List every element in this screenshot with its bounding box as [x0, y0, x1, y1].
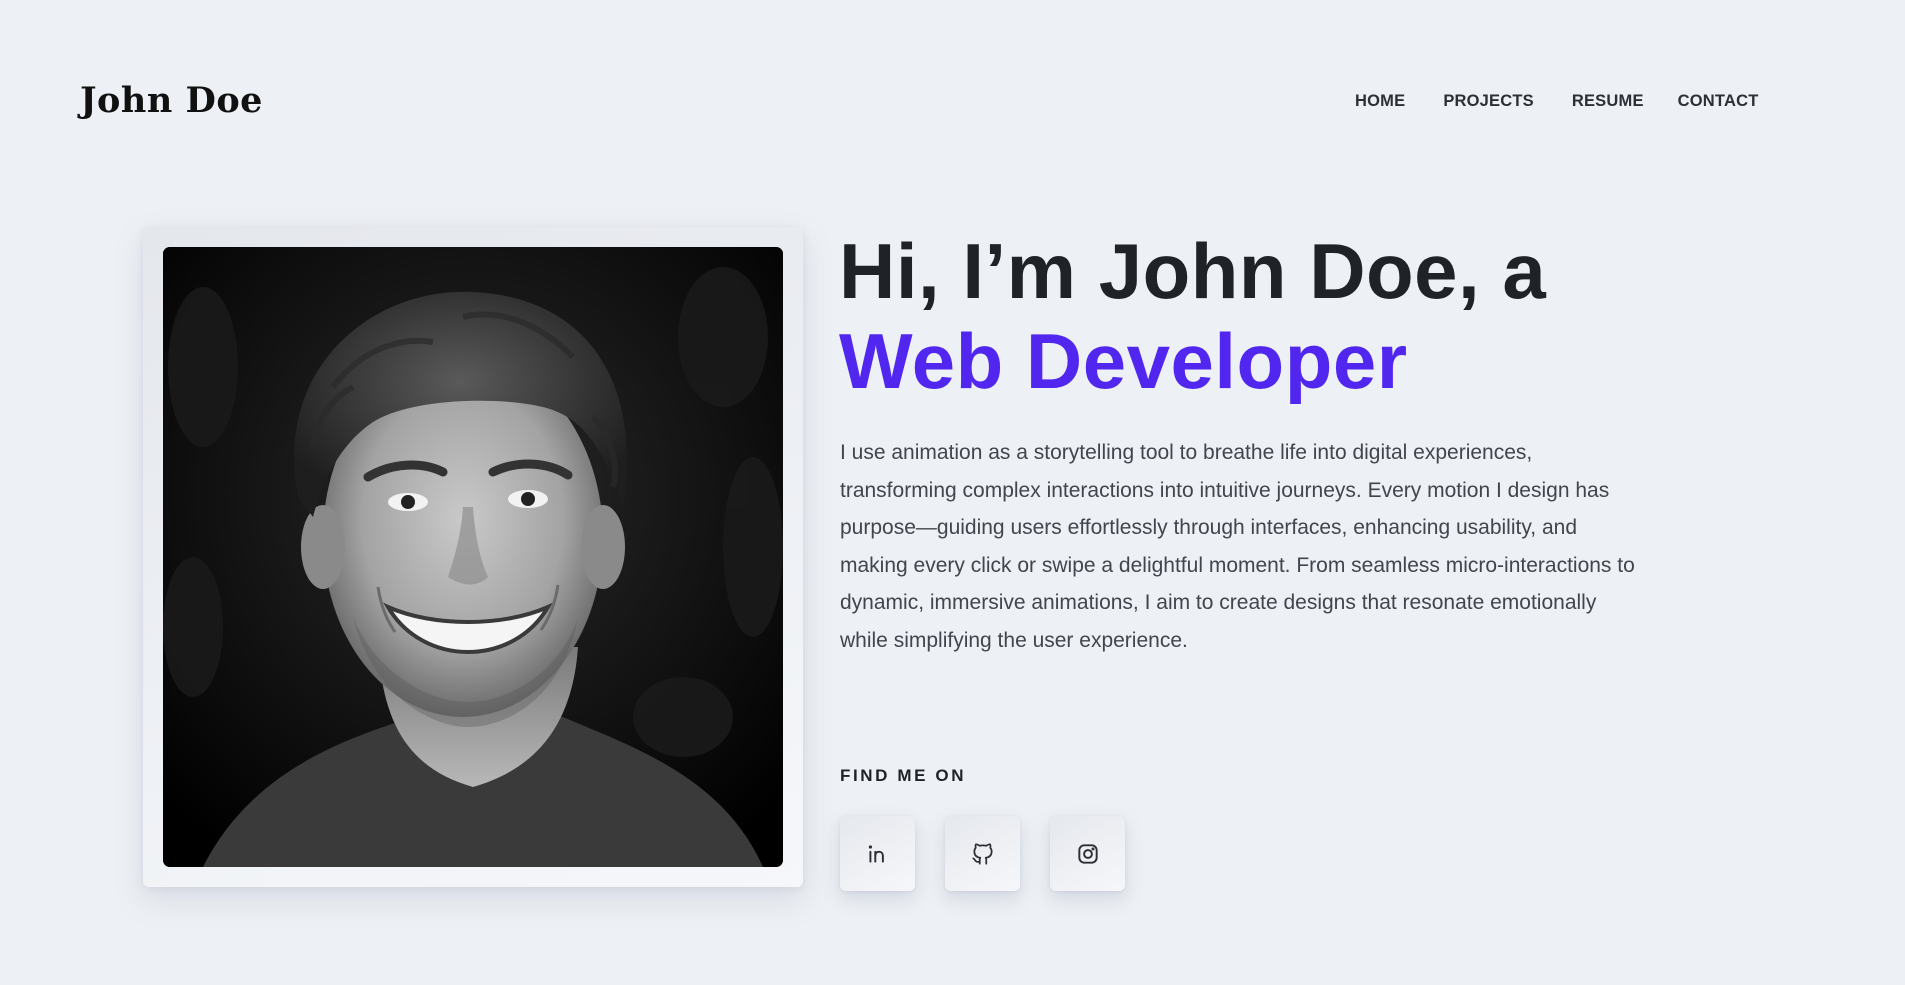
- site-logo[interactable]: John Doe: [80, 80, 263, 121]
- headline-role: Web Developer: [839, 317, 1408, 405]
- main-nav: HOME PROJECTS RESUME CONTACT: [1355, 92, 1759, 111]
- nav-contact-link[interactable]: CONTACT: [1678, 92, 1759, 111]
- hero-bio: I use animation as a storytelling tool t…: [840, 441, 1635, 652]
- nav-home-link[interactable]: HOME: [1355, 92, 1405, 111]
- linkedin-button[interactable]: [840, 816, 915, 891]
- github-button[interactable]: [945, 816, 1020, 891]
- nav-resume-link[interactable]: RESUME: [1572, 92, 1644, 111]
- find-me-label: FIND ME ON: [840, 766, 967, 785]
- profile-photo-card: [143, 227, 803, 887]
- nav-projects-link[interactable]: PROJECTS: [1443, 92, 1534, 111]
- instagram-icon: [1077, 843, 1098, 864]
- social-links: [840, 816, 1125, 891]
- profile-photo: [163, 247, 783, 867]
- github-icon: [971, 842, 993, 865]
- instagram-button[interactable]: [1050, 816, 1125, 891]
- headline-intro: Hi, I’m John Doe, a: [839, 227, 1547, 315]
- linkedin-icon: [868, 844, 884, 863]
- portrait-illustration: [163, 247, 783, 867]
- hero-headline: Hi, I’m John Doe, a Web Developer: [839, 226, 1739, 406]
- portfolio-page: John Doe HOME PROJECTS RESUME CONTACT Hi…: [0, 0, 1905, 985]
